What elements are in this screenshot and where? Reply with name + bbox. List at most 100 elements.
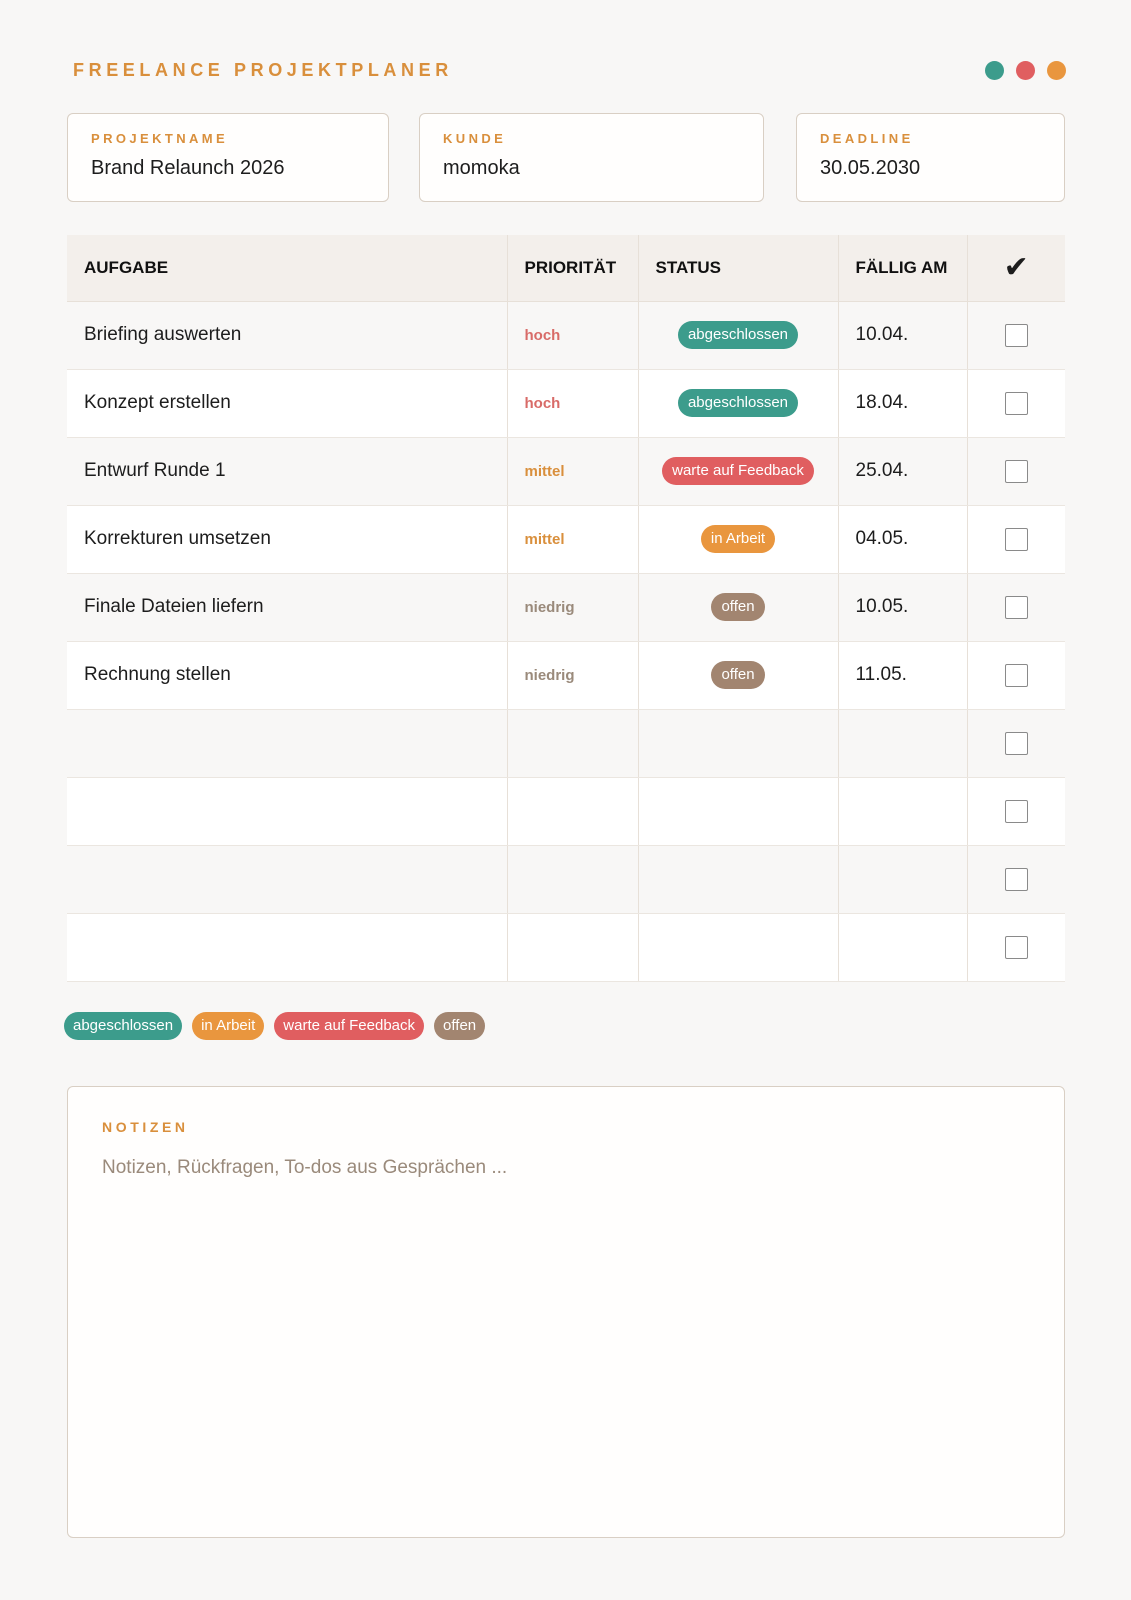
header-done: ✔ xyxy=(967,235,1065,302)
task-status-cell: warte auf Feedback xyxy=(638,437,839,506)
task-checkbox[interactable] xyxy=(1004,867,1028,891)
task-priority[interactable]: niedrig xyxy=(507,641,639,710)
task-due-date[interactable]: 04.05. xyxy=(838,505,968,574)
task-status-cell: abgeschlossen xyxy=(638,301,839,370)
kunde-field[interactable]: KUNDE momoka xyxy=(419,113,764,202)
task-name[interactable]: Konzept erstellen xyxy=(67,369,508,438)
task-name[interactable]: Entwurf Runde 1 xyxy=(67,437,508,506)
task-done-cell xyxy=(967,709,1065,778)
status-badge[interactable]: abgeschlossen xyxy=(677,321,799,349)
task-checkbox[interactable] xyxy=(1004,731,1028,755)
task-name[interactable] xyxy=(67,913,508,982)
task-checkbox[interactable] xyxy=(1004,527,1028,551)
task-name[interactable] xyxy=(67,777,508,846)
notes-box[interactable]: NOTIZEN Notizen, Rückfragen, To-dos aus … xyxy=(67,1086,1065,1538)
task-priority[interactable] xyxy=(507,913,639,982)
task-name[interactable] xyxy=(67,709,508,778)
task-priority[interactable] xyxy=(507,709,639,778)
task-done-cell xyxy=(967,301,1065,370)
notes-label: NOTIZEN xyxy=(102,1119,189,1135)
table-row: Rechnung stellen niedrig offen 11.05. xyxy=(67,641,1065,710)
task-priority[interactable]: mittel xyxy=(507,437,639,506)
legend-item: abgeschlossen xyxy=(64,1012,183,1040)
task-due-date[interactable]: 10.04. xyxy=(838,301,968,370)
projektname-value[interactable]: Brand Relaunch 2026 xyxy=(91,157,284,180)
task-done-cell xyxy=(967,913,1065,982)
task-checkbox[interactable] xyxy=(1004,595,1028,619)
task-due-date[interactable]: 25.04. xyxy=(838,437,968,506)
status-badge[interactable]: offen xyxy=(711,661,765,689)
table-row: Konzept erstellen hoch abgeschlossen 18.04. xyxy=(67,369,1065,438)
legend-item: warte auf Feedback xyxy=(274,1012,425,1040)
task-status-cell xyxy=(638,777,839,846)
table-row xyxy=(67,709,1065,778)
task-priority[interactable]: hoch xyxy=(507,301,639,370)
header-prioritaet: PRIORITÄT xyxy=(507,235,639,302)
projektname-label: PROJEKTNAME xyxy=(91,131,229,146)
kunde-value[interactable]: momoka xyxy=(443,157,520,180)
task-name[interactable]: Finale Dateien liefern xyxy=(67,573,508,642)
task-table: AUFGABE PRIORITÄT STATUS FÄLLIG AM ✔ Bri… xyxy=(67,235,1065,982)
task-due-date[interactable]: 10.05. xyxy=(838,573,968,642)
task-done-cell xyxy=(967,845,1065,914)
deadline-field[interactable]: DEADLINE 30.05.2030 xyxy=(796,113,1065,202)
task-checkbox[interactable] xyxy=(1004,391,1028,415)
projektname-field[interactable]: PROJEKTNAME Brand Relaunch 2026 xyxy=(67,113,389,202)
task-priority[interactable]: niedrig xyxy=(507,573,639,642)
kunde-label: KUNDE xyxy=(443,131,507,146)
header-aufgabe: AUFGABE xyxy=(67,235,508,302)
header-status: STATUS xyxy=(638,235,839,302)
red-dot xyxy=(1016,61,1035,80)
task-done-cell xyxy=(967,777,1065,846)
task-checkbox[interactable] xyxy=(1004,663,1028,687)
table-row: Briefing auswerten hoch abgeschlossen 10.04… xyxy=(67,301,1065,370)
table-header-row: AUFGABE PRIORITÄT STATUS FÄLLIG AM ✔ xyxy=(67,235,1065,302)
task-due-date[interactable] xyxy=(838,845,968,914)
task-status-cell xyxy=(638,913,839,982)
status-badge[interactable]: offen xyxy=(711,593,765,621)
task-checkbox[interactable] xyxy=(1004,323,1028,347)
header-faellig: FÄLLIG AM xyxy=(838,235,968,302)
teal-dot xyxy=(985,61,1004,80)
task-due-date[interactable] xyxy=(838,913,968,982)
status-badge[interactable]: warte auf Feedback xyxy=(662,457,814,485)
task-done-cell xyxy=(967,369,1065,438)
status-badge[interactable]: abgeschlossen xyxy=(677,389,799,417)
task-checkbox[interactable] xyxy=(1004,799,1028,823)
table-row: Finale Dateien liefern niedrig offen 10.05. xyxy=(67,573,1065,642)
task-status-cell xyxy=(638,709,839,778)
project-fields: PROJEKTNAME Brand Relaunch 2026 KUNDE mo… xyxy=(67,113,1065,204)
page-title: FREELANCE PROJEKTPLANER xyxy=(73,60,453,80)
task-done-cell xyxy=(967,641,1065,710)
notes-placeholder[interactable]: Notizen, Rückfragen, To-dos aus Gespräch… xyxy=(102,1157,507,1179)
task-due-date[interactable] xyxy=(838,777,968,846)
task-priority[interactable]: hoch xyxy=(507,369,639,438)
task-due-date[interactable] xyxy=(838,709,968,778)
task-status-cell: in Arbeit xyxy=(638,505,839,574)
task-done-cell xyxy=(967,505,1065,574)
deadline-value[interactable]: 30.05.2030 xyxy=(820,157,920,180)
task-status-cell: abgeschlossen xyxy=(638,369,839,438)
status-badge[interactable]: in Arbeit xyxy=(700,525,776,553)
legend-item: offen xyxy=(434,1012,486,1040)
orange-dot xyxy=(1047,61,1066,80)
table-row: Entwurf Runde 1 mittel warte auf Feedback 2… xyxy=(67,437,1065,506)
task-checkbox[interactable] xyxy=(1004,459,1028,483)
task-due-date[interactable]: 11.05. xyxy=(838,641,968,710)
task-checkbox[interactable] xyxy=(1004,935,1028,959)
legend-item: in Arbeit xyxy=(192,1012,265,1040)
task-done-cell xyxy=(967,573,1065,642)
task-name[interactable]: Briefing auswerten xyxy=(67,301,508,370)
task-name[interactable]: Korrekturen umsetzen xyxy=(67,505,508,574)
table-row xyxy=(67,777,1065,846)
task-due-date[interactable]: 18.04. xyxy=(838,369,968,438)
task-name[interactable] xyxy=(67,845,508,914)
task-priority[interactable]: mittel xyxy=(507,505,639,574)
task-done-cell xyxy=(967,437,1065,506)
table-row xyxy=(67,913,1065,982)
status-legend: abgeschlossen in Arbeit warte auf Feedback… xyxy=(64,1012,486,1040)
task-name[interactable]: Rechnung stellen xyxy=(67,641,508,710)
task-priority[interactable] xyxy=(507,845,639,914)
task-priority[interactable] xyxy=(507,777,639,846)
checkmark-icon: ✔ xyxy=(1003,251,1029,285)
